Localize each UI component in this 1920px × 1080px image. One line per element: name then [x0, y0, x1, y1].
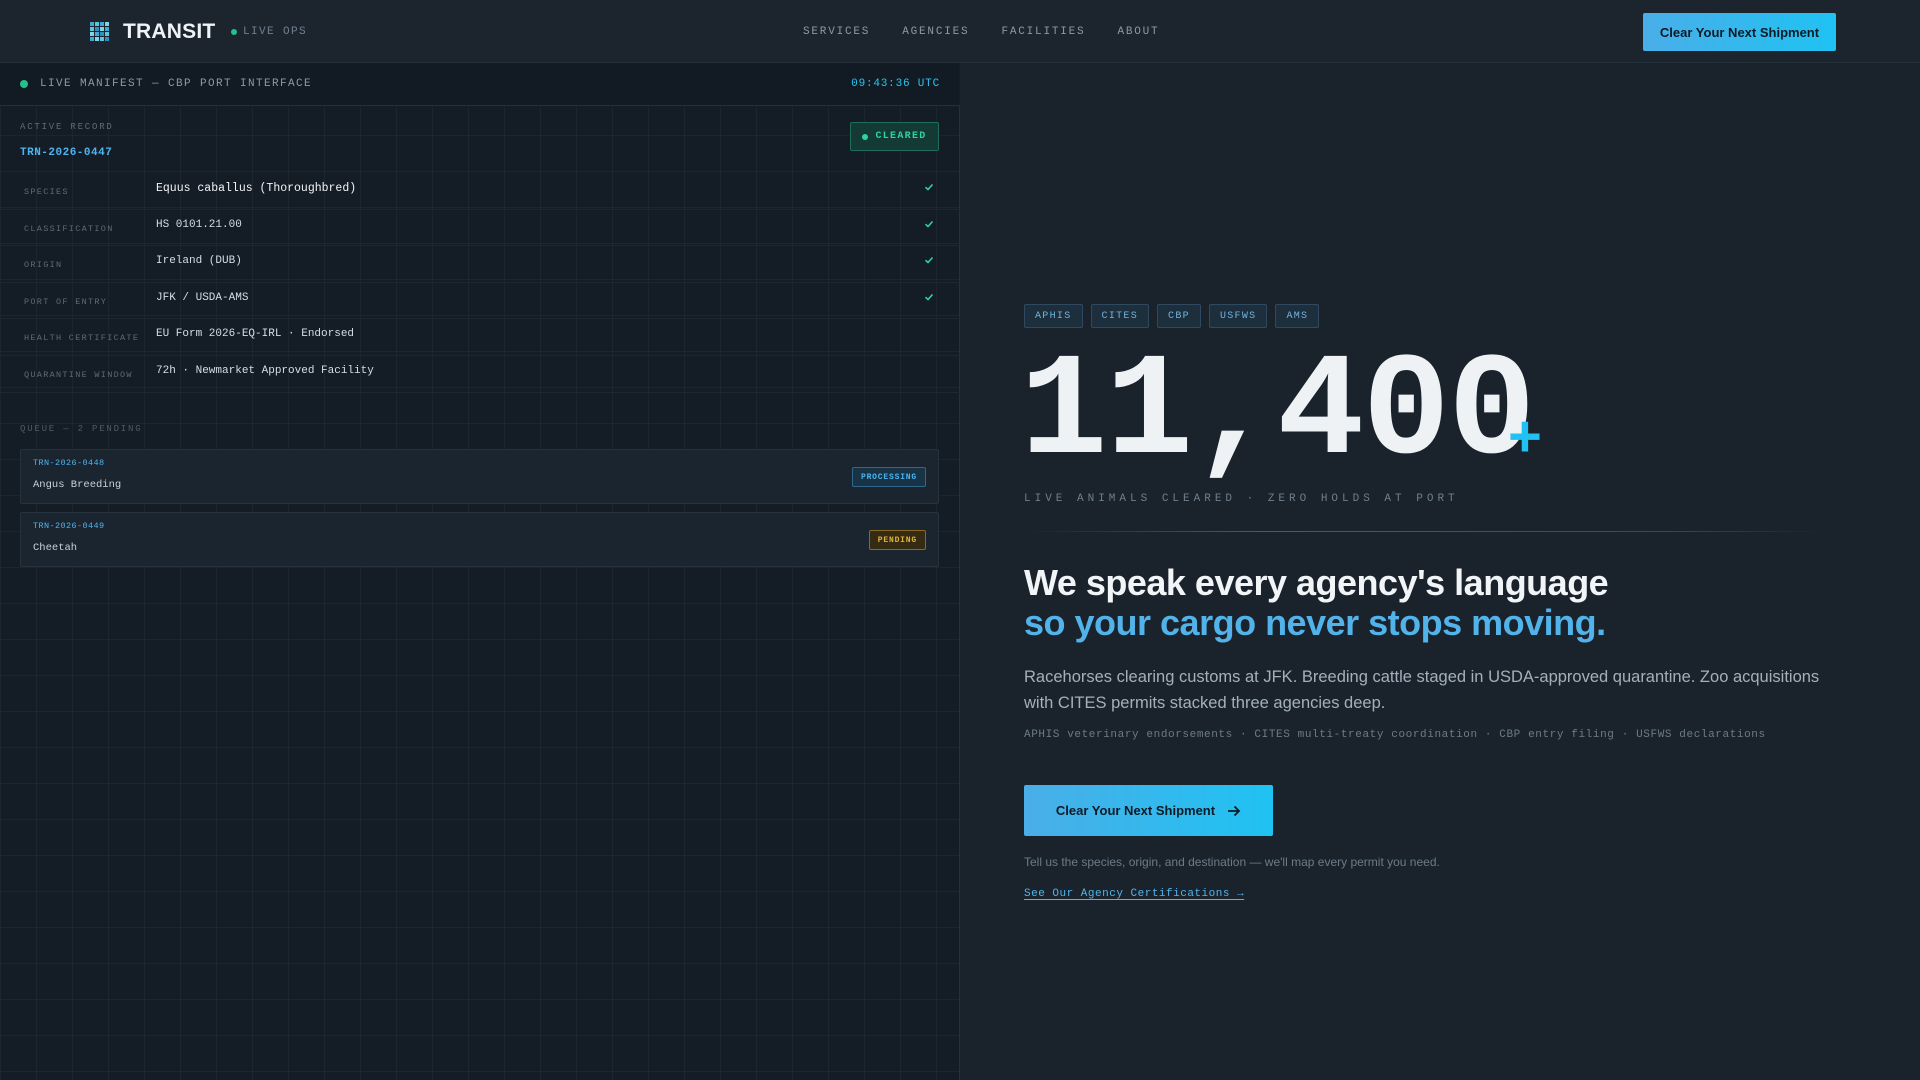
queue-item-name: Cheetah	[33, 542, 78, 554]
status-badge-label: CLEARED	[875, 131, 927, 142]
field-label: ORIGIN	[24, 260, 63, 271]
check-icon	[924, 257, 934, 264]
status-dot-icon	[231, 29, 237, 35]
brand-logo[interactable]: TRANSIT	[89, 20, 215, 44]
queue-item[interactable]: TRN-2026-0449 Cheetah PENDING	[20, 512, 939, 567]
status-badge-processing: PROCESSING	[851, 467, 926, 487]
hero-stat-suffix: +	[1508, 404, 1542, 469]
field-row-species: SPECIES Equus caballus (Thoroughbred)	[0, 173, 960, 210]
section-divider	[1024, 531, 1824, 532]
top-navigation: TRANSIT LIVE OPS SERVICES AGENCIES FACIL…	[0, 0, 1920, 63]
active-record-label: ACTIVE RECORD	[20, 122, 114, 132]
field-label: CLASSIFICATION	[24, 223, 114, 234]
field-value: HS 0101.21.00	[156, 218, 242, 231]
field-row-classification: CLASSIFICATION HS 0101.21.00	[0, 210, 960, 247]
live-ops-indicator: LIVE OPS	[231, 26, 307, 38]
record-fields: SPECIES Equus caballus (Thoroughbred) CL…	[0, 173, 960, 393]
nav-link-about[interactable]: ABOUT	[1117, 26, 1159, 38]
certifications-link[interactable]: See Our Agency Certifications →	[1024, 888, 1244, 900]
field-row-health-certificate: HEALTH CERTIFICATE EU Form 2026-EQ-IRL ·…	[0, 319, 960, 356]
agency-tag-aphis: APHIS	[1024, 304, 1083, 328]
field-value: JFK / USDA-AMS	[156, 291, 249, 304]
live-status-dot-icon	[20, 80, 28, 88]
check-icon	[924, 220, 934, 228]
grid-logo-icon	[90, 22, 109, 41]
field-value: EU Form 2026-EQ-IRL · Endorsed	[156, 328, 355, 341]
field-value: Ireland (DUB)	[156, 255, 242, 268]
hero-headline-accent: so your cargo never stops moving.	[1024, 602, 1606, 643]
hero-stat: 11,400	[1020, 330, 1536, 496]
queue-item-id: TRN-2026-0449	[33, 521, 105, 531]
live-ops-label: LIVE OPS	[243, 26, 308, 38]
hero-stat-caption: LIVE ANIMALS CLEARED · ZERO HOLDS AT POR…	[1024, 493, 1459, 505]
hero-cta-label: Clear Your Next Shipment	[1055, 803, 1216, 818]
field-value: Equus caballus (Thoroughbred)	[156, 182, 357, 195]
manifest-clock: 09:43:36 UTC	[851, 78, 940, 90]
manifest-header: LIVE MANIFEST — CBP PORT INTERFACE 09:43…	[0, 63, 960, 106]
check-icon	[924, 183, 934, 191]
arrow-right-icon	[1228, 805, 1241, 816]
queue-item-name: Angus Breeding	[33, 479, 122, 491]
hero-headline: We speak every agency's language	[1024, 562, 1609, 603]
hero-cta-button[interactable]: Clear Your Next Shipment	[1024, 785, 1273, 836]
field-row-quarantine-window: QUARANTINE WINDOW 72h · Newmarket Approv…	[0, 356, 960, 393]
agency-tag-cites: CITES	[1090, 304, 1150, 328]
field-row-port-of-entry: PORT OF ENTRY JFK / USDA-AMS	[0, 283, 960, 320]
queue-item[interactable]: TRN-2026-0448 Angus Breeding PROCESSING	[20, 449, 939, 504]
hero-services-list: APHIS veterinary endorsements · CITES mu…	[1024, 729, 1766, 741]
nav-links: SERVICES AGENCIES FACILITIES ABOUT	[803, 26, 1191, 38]
agency-tag-cbp: CBP	[1157, 304, 1201, 328]
hero-body: Racehorses clearing customs at JFK. Bree…	[1024, 668, 1820, 712]
cta-note: Tell us the species, origin, and destina…	[1024, 855, 1440, 869]
manifest-title: LIVE MANIFEST — CBP PORT INTERFACE	[40, 78, 313, 90]
active-record-id: TRN-2026-0447	[20, 147, 113, 159]
nav-link-facilities[interactable]: FACILITIES	[1001, 26, 1085, 38]
field-label: PORT OF ENTRY	[24, 296, 108, 307]
check-icon	[924, 293, 934, 301]
manifest-panel: LIVE MANIFEST — CBP PORT INTERFACE 09:43…	[0, 63, 960, 1080]
brand-name: TRANSIT	[123, 20, 216, 43]
field-label: QUARANTINE WINDOW	[24, 369, 133, 380]
nav-cta-button[interactable]: Clear Your Next Shipment	[1643, 13, 1836, 51]
agency-tags: APHIS CITES CBP USFWS AMS	[1024, 304, 1327, 328]
field-row-origin: ORIGIN Ireland (DUB)	[0, 246, 960, 283]
status-badge-cleared: CLEARED	[850, 122, 939, 151]
status-badge-pending: PENDING	[868, 530, 926, 550]
nav-link-agencies[interactable]: AGENCIES	[902, 26, 969, 38]
field-label: HEALTH CERTIFICATE	[24, 333, 140, 344]
field-label: SPECIES	[24, 187, 69, 197]
field-value: 72h · Newmarket Approved Facility	[156, 364, 374, 377]
queue-label: QUEUE — 2 PENDING	[20, 424, 143, 434]
agency-tag-usfws: USFWS	[1208, 304, 1268, 328]
nav-link-services[interactable]: SERVICES	[803, 26, 870, 38]
queue-item-id: TRN-2026-0448	[33, 458, 105, 468]
cleared-dot-icon	[862, 133, 869, 140]
agency-tag-ams: AMS	[1275, 304, 1320, 328]
